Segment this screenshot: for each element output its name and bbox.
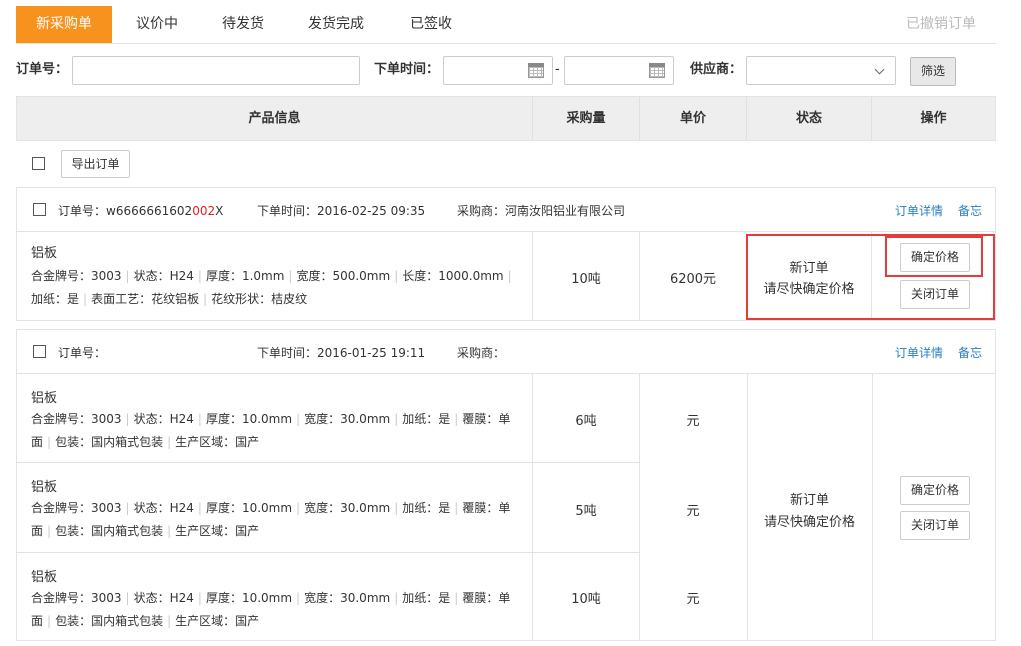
select-all-checkbox[interactable] bbox=[32, 157, 45, 170]
order-checkbox[interactable] bbox=[33, 345, 46, 358]
product-title: 铝板 bbox=[31, 391, 58, 406]
export-orders-button[interactable]: 导出订单 bbox=[61, 150, 130, 178]
product-attrs-line2: 面 | 包装：国内箱式包装 | 生产区域：国产 bbox=[31, 614, 260, 628]
filter-button[interactable]: 筛选 bbox=[910, 57, 956, 86]
supplier-label: 供应商： bbox=[690, 62, 743, 77]
chevron-down-icon bbox=[874, 64, 885, 75]
order-item-row: 铝板 合金牌号：3003 | 状态：H24 | 厚度：10.0mm | 宽度：30.0mm |… bbox=[17, 374, 700, 463]
tab-signed[interactable]: 已签收 bbox=[396, 6, 466, 43]
price-value: 元 bbox=[686, 504, 700, 519]
quantity-value: 10吨 bbox=[571, 592, 601, 607]
product-attrs-line1: 合金牌号：3003 | 状态：H24 | 厚度：10.0mm | 宽度：30.0mm | 加纸：… bbox=[31, 412, 511, 426]
tab-cancelled-orders[interactable]: 已撤销订单 bbox=[906, 6, 976, 43]
product-info-cell: 铝板 合金牌号：3003 | 状态：H24 | 厚度：10.0mm | 宽度：30.0mm |… bbox=[17, 553, 533, 640]
col-product-info: 产品信息 bbox=[17, 97, 533, 140]
order-memo-link[interactable]: 备忘 bbox=[958, 202, 982, 219]
tab-negotiating[interactable]: 议价中 bbox=[122, 6, 192, 43]
col-actions: 操作 bbox=[920, 111, 947, 126]
quantity-cell: 10吨 bbox=[533, 553, 640, 640]
product-info-cell: 铝板 合金牌号：3003 | 状态：H24 | 厚度：10.0mm | 宽度：30.0mm |… bbox=[17, 463, 533, 553]
order-memo-link[interactable]: 备忘 bbox=[958, 344, 982, 361]
close-order-button[interactable]: 关闭订单 bbox=[900, 511, 970, 540]
confirm-price-button[interactable]: 确定价格 bbox=[900, 476, 970, 505]
order-tabs: 新采购单 议价中 待发货 发货完成 已签收 已撤销订单 bbox=[16, 6, 996, 44]
tab-pending-shipment[interactable]: 待发货 bbox=[208, 6, 278, 43]
order-number: 订单号： bbox=[58, 346, 107, 360]
col-unit-price: 单价 bbox=[640, 97, 747, 140]
quantity-value: 10吨 bbox=[571, 272, 601, 287]
status-label: 新订单 bbox=[789, 493, 829, 508]
order-card: 订单号： 下单时间：2016-01-25 19:11 采购商： 订单详情 备忘 … bbox=[16, 329, 996, 641]
order-no-label: 订单号： bbox=[16, 62, 69, 77]
quantity-cell: 10吨 bbox=[533, 232, 640, 320]
product-info-cell: 铝板 合金牌号：3003 | 状态：H24 | 厚度：10.0mm | 宽度：30.0mm |… bbox=[17, 374, 533, 463]
product-title: 铝板 bbox=[31, 246, 58, 261]
quantity-cell: 5吨 bbox=[533, 463, 640, 553]
quantity-value: 6吨 bbox=[575, 414, 597, 429]
order-time-label: 下单时间： bbox=[374, 62, 440, 77]
price-value: 6200元 bbox=[669, 272, 717, 287]
status-hint: 请尽快确定价格 bbox=[763, 515, 855, 530]
order-item-row: 铝板 合金牌号：3003 | 状态：H24 | 厚度：10.0mm | 宽度：30.0mm |… bbox=[17, 463, 700, 553]
column-divider bbox=[872, 374, 873, 640]
order-detail-link[interactable]: 订单详情 bbox=[895, 202, 943, 219]
calendar-icon[interactable] bbox=[528, 63, 544, 78]
product-attrs-line2: 面 | 包装：国内箱式包装 | 生产区域：国产 bbox=[31, 435, 260, 449]
product-attrs-line1: 合金牌号：3003 | 状态：H24 | 厚度：10.0mm | 宽度：30.0mm | 加纸：… bbox=[31, 591, 511, 605]
col-status: 状态 bbox=[747, 97, 872, 140]
price-value: 元 bbox=[686, 592, 700, 607]
order-time: 下单时间：2016-02-25 09:35 bbox=[257, 204, 426, 218]
order-buyer: 采购商：河南汝阳铝业有限公司 bbox=[457, 204, 626, 218]
product-attrs-line1: 合金牌号：3003 | 状态：H24 | 厚度：10.0mm | 宽度：30.0mm | 加纸：… bbox=[31, 501, 511, 515]
end-date-input[interactable] bbox=[564, 56, 674, 85]
order-header: 订单号： 下单时间：2016-01-25 19:11 采购商： 订单详情 备忘 bbox=[17, 330, 995, 374]
calendar-icon[interactable] bbox=[649, 63, 665, 78]
price-cell: 6200元 bbox=[640, 232, 747, 320]
product-attrs-line2: 面 | 包装：国内箱式包装 | 生产区域：国产 bbox=[31, 524, 260, 538]
highlight-box-button bbox=[885, 236, 983, 277]
quantity-value: 5吨 bbox=[575, 504, 597, 519]
product-attrs-line1: 合金牌号：3003 | 状态：H24 | 厚度：1.0mm | 宽度：500.0mm | 长度：… bbox=[31, 269, 512, 283]
order-checkbox[interactable] bbox=[33, 203, 46, 216]
order-item-row: 铝板 合金牌号：3003 | 状态：H24 | 厚度：10.0mm | 宽度：30.0mm |… bbox=[17, 553, 700, 640]
quantity-cell: 6吨 bbox=[533, 374, 640, 463]
order-no-input[interactable] bbox=[72, 56, 360, 85]
product-title: 铝板 bbox=[31, 480, 58, 495]
tab-shipped[interactable]: 发货完成 bbox=[300, 6, 372, 43]
product-info-cell: 铝板 合金牌号：3003 | 状态：H24 | 厚度：1.0mm | 宽度：500.0mm |… bbox=[17, 232, 533, 320]
table-header: 产品信息 采购量 单价 状态 操作 bbox=[16, 96, 996, 141]
tab-new-orders[interactable]: 新采购单 bbox=[16, 6, 112, 43]
order-number: 订单号：w6666661602002X bbox=[58, 204, 224, 218]
order-detail-link[interactable]: 订单详情 bbox=[895, 344, 943, 361]
order-items: 铝板 合金牌号：3003 | 状态：H24 | 厚度：10.0mm | 宽度：30.0mm |… bbox=[17, 374, 700, 640]
start-date-input[interactable] bbox=[443, 56, 553, 85]
date-separator: - bbox=[555, 62, 560, 77]
order-time: 下单时间：2016-01-25 19:11 bbox=[257, 346, 426, 360]
col-quantity: 采购量 bbox=[533, 97, 640, 140]
order-buyer: 采购商： bbox=[457, 346, 506, 360]
order-header: 订单号：w6666661602002X 下单时间：2016-02-25 09:3… bbox=[17, 188, 995, 232]
product-title: 铝板 bbox=[31, 570, 58, 585]
product-attrs-line2: 加纸：是 | 表面工艺：花纹铝板 | 花纹形状：桔皮纹 bbox=[31, 292, 308, 306]
supplier-select[interactable] bbox=[746, 56, 896, 85]
price-value: 元 bbox=[686, 414, 700, 429]
